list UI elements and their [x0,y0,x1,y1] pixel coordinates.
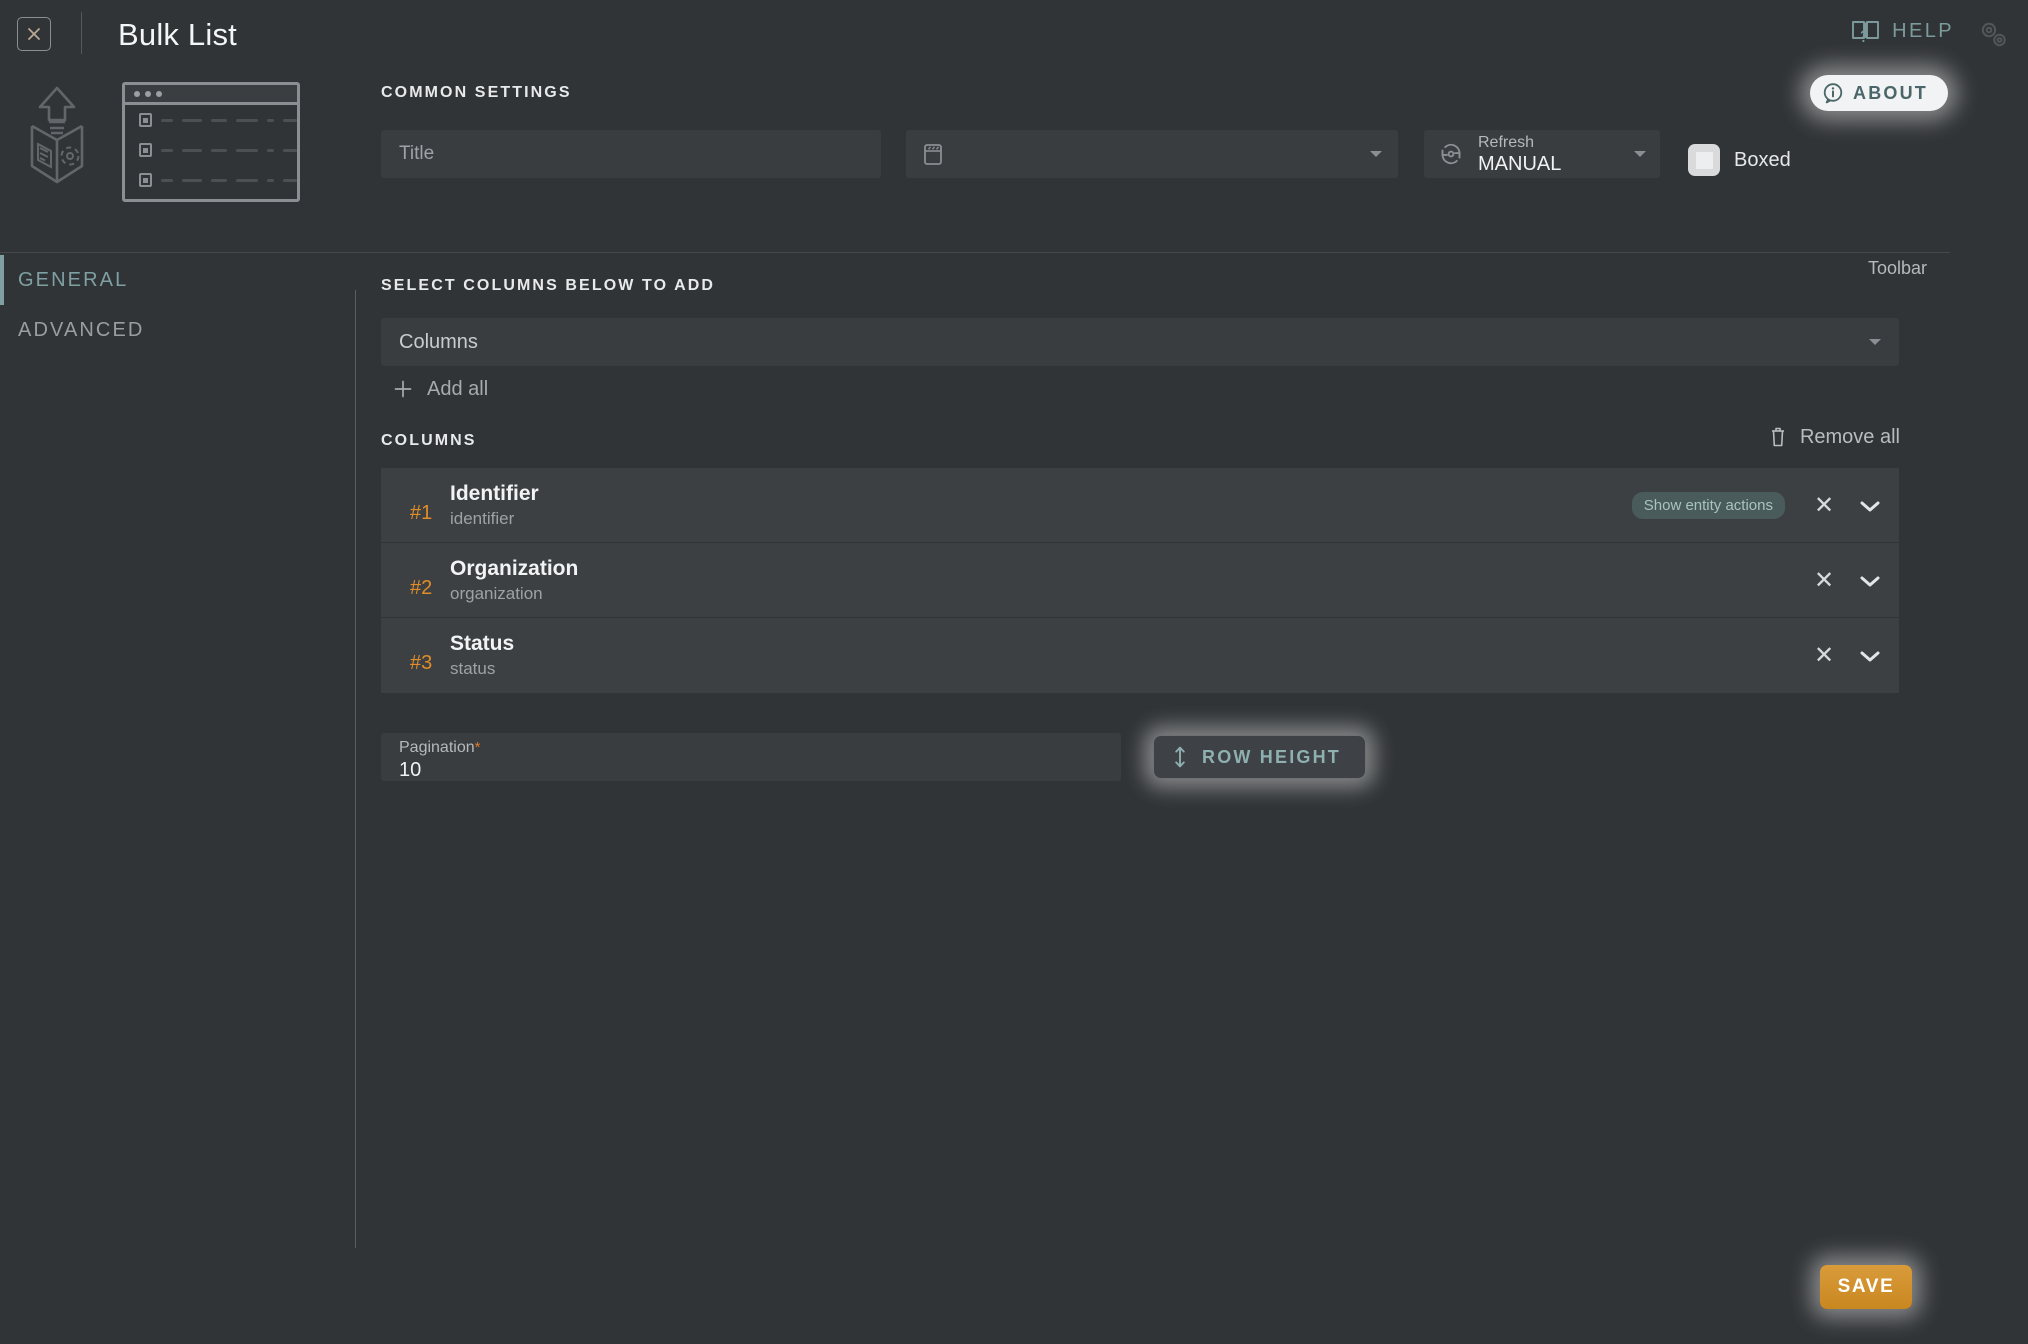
toolbar-label: Toolbar [1868,258,1928,278]
help-button[interactable]: HELP [1851,18,1954,44]
remove-all-button[interactable]: Remove all [1768,425,1900,449]
add-all-button[interactable]: Add all [383,371,498,407]
page-title: Bulk List [118,17,237,52]
about-label: ABOUT [1853,82,1928,103]
save-button[interactable]: SAVE [1820,1265,1912,1309]
trash-icon [1771,427,1784,447]
table-row[interactable]: #3 Status status ✕ [381,618,1899,693]
preview-titlebar [125,85,297,105]
column-name: Organization [450,556,579,580]
chevron-down-icon [1869,339,1881,345]
boxed-checkbox[interactable]: Boxed [1688,144,1791,176]
row-actions: ✕ [1813,618,1881,693]
remove-column-button[interactable]: ✕ [1813,568,1835,593]
sidebar-item-general[interactable]: GENERAL [0,255,355,305]
common-settings-title: COMMON SETTINGS [381,84,572,101]
pagination-label: Pagination [399,739,475,756]
header-divider [81,12,82,54]
refresh-icon [1441,143,1461,165]
title-placeholder: Title [399,143,435,164]
toolbar-select[interactable]: Toolbar [906,130,1927,278]
remove-all-label: Remove all [1799,425,1900,448]
remove-column-button[interactable]: ✕ [1813,493,1835,518]
sidebar-divider [355,290,356,1248]
toolbar-icon [924,144,942,165]
column-index: #3 [410,652,433,674]
close-button[interactable] [17,17,51,51]
settings-gears-button[interactable] [1974,16,2014,54]
save-label: SAVE [1837,1276,1895,1297]
title-input[interactable]: Title [381,130,881,178]
chevron-down-icon [1634,151,1646,157]
column-key: identifier [450,508,515,528]
refresh-value: MANUAL [1478,152,1562,175]
refresh-select[interactable]: Refresh MANUAL [1424,130,1660,178]
about-button[interactable]: ABOUT [1810,75,1948,111]
expand-column-button[interactable] [1859,649,1881,663]
column-key: organization [450,583,543,603]
close-x-icon [28,28,40,40]
preview-row [125,135,297,165]
pagination-value: 10 [399,759,422,781]
row-actions: Show entity actions ✕ [1631,468,1881,543]
gears-icon [1981,22,2006,47]
checkbox-box[interactable] [1688,144,1720,176]
expand-column-button[interactable] [1859,574,1881,588]
required-marker: * [474,739,481,756]
chevron-down-icon [1860,501,1880,511]
chevron-down-icon [1860,651,1880,661]
column-index: #1 [410,501,433,524]
refresh-label: Refresh [1478,133,1535,151]
columns-placeholder: Columns [399,330,478,353]
row-height-label: ROW HEIGHT [1202,746,1341,767]
info-circle-icon [1823,83,1843,104]
remove-column-button[interactable]: ✕ [1813,643,1835,668]
column-index: #2 [410,576,433,599]
header-section-divider [0,252,1950,253]
bulk-list-config-window: Bulk List HELP ABOUT COMMON SETTINGS Tit… [0,0,2028,1344]
plus-icon [394,380,412,398]
row-actions: ✕ [1813,543,1881,618]
tooltip-show-entity-actions: Show entity actions [1631,492,1785,519]
chevron-down-icon [1370,151,1382,157]
select-columns-title: SELECT COLUMNS BELOW TO ADD [381,277,716,294]
boxed-label: Boxed [1734,148,1791,171]
preview-row [125,165,297,195]
preview-row [125,105,297,135]
help-label: HELP [1892,19,1954,42]
columns-list: #1 Identifier identifier Show entity act… [381,468,1899,693]
chevron-down-icon [1860,576,1880,586]
column-key: status [450,659,496,678]
columns-select[interactable]: Columns [381,318,1899,366]
column-name: Status [450,632,515,655]
pagination-input[interactable]: Pagination* 10 [381,733,1121,781]
window-header: Bulk List HELP [0,0,2028,70]
list-window-preview-icon [122,82,300,202]
row-height-button[interactable]: ROW HEIGHT [1153,735,1366,779]
vertical-resize-icon [1175,746,1185,768]
table-row[interactable]: #2 Organization organization ✕ [381,543,1899,618]
book-question-icon [1852,21,1880,43]
expand-column-button[interactable] [1859,499,1881,513]
add-all-label: Add all [427,377,489,400]
columns-title: COLUMNS [381,432,477,449]
widget-preview [12,72,342,207]
sidebar-item-advanced[interactable]: ADVANCED [0,305,355,355]
package-upload-icon [30,86,84,184]
table-row[interactable]: #1 Identifier identifier Show entity act… [381,468,1899,543]
column-name: Identifier [450,481,539,505]
